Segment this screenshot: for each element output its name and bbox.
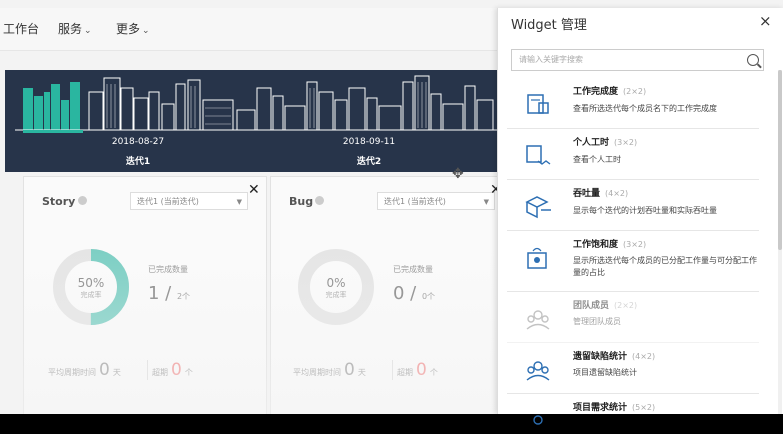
- widget-item-work-completion[interactable]: 工作完成度 (2×2) 查看所选迭代每个成员名下的工作完成度: [507, 78, 759, 129]
- caret-down-icon: ▼: [483, 198, 489, 206]
- widget-title: 项目需求统计 (5×2): [573, 403, 656, 413]
- widget-item-requirements-stats[interactable]: 项目需求统计 (5×2): [507, 394, 759, 425]
- close-icon[interactable]: ×: [759, 12, 772, 30]
- nav-item-services[interactable]: 服务 ⌄: [58, 20, 92, 37]
- completion-rate: 50% 完成率: [77, 276, 105, 299]
- throughput-icon: [525, 196, 551, 219]
- team-members-icon: [526, 310, 550, 330]
- city-skyline-illustration: [15, 75, 497, 131]
- widget-manager-panel: Widget 管理 × 请输入关键字搜索 工作完成度 (2×2) 查看所选迭代每个…: [497, 8, 783, 425]
- widget-item-team-members[interactable]: 团队成员 (2×2) 管理团队成员: [507, 292, 759, 343]
- legacy-defects-icon: [526, 361, 550, 381]
- widget-description: 显示每个迭代的计划吞吐量和实际吞吐量: [573, 206, 717, 215]
- widget-title: 吞吐量 (4×2): [573, 189, 629, 199]
- widget-description: 显示所选迭代每个成员的已分配工作量与可分配工作量的占比: [573, 256, 757, 277]
- chevron-down-icon: ⌄: [142, 26, 150, 36]
- help-icon[interactable]: [315, 196, 324, 205]
- help-icon[interactable]: [78, 196, 87, 205]
- widget-title: 遗留缺陷统计 (4×2): [573, 352, 656, 362]
- bug-card: Bug 迭代1 (当前迭代) ▼ 0% 完成率 已完成数量 0 / 0个 平均周期…: [270, 176, 514, 414]
- nav-item-workbench[interactable]: 工作台: [3, 20, 39, 37]
- sprint-1-name[interactable]: 迭代1: [98, 154, 178, 167]
- widget-description: 管理团队成员: [573, 317, 621, 326]
- scrollbar-thumb[interactable]: [778, 70, 782, 250]
- widget-item-throughput[interactable]: 吞吐量 (4×2) 显示每个迭代的计划吞吐量和实际吞吐量: [507, 180, 759, 231]
- widget-title: 工作饱和度 (3×2): [573, 240, 647, 250]
- widget-description: 项目遗留缺陷统计: [573, 368, 637, 377]
- widget-item-work-saturation[interactable]: 工作饱和度 (3×2) 显示所选迭代每个成员的已分配工作量与可分配工作量的占比: [507, 231, 759, 292]
- sprint-1-date: 2018-08-27: [111, 137, 165, 147]
- sprint-banner: 2018-08-27 迭代1 2018-09-11 迭代2: [5, 70, 497, 172]
- overdue-stat: 超期 0 个: [147, 360, 193, 380]
- widget-title: 个人工时 (3×2): [573, 138, 638, 148]
- chevron-down-icon: ⌄: [84, 26, 92, 36]
- panel-title: Widget 管理: [511, 18, 587, 33]
- top-nav: 工作台 服务 ⌄ 更多 ⌄: [0, 8, 500, 51]
- personal-hours-icon: [526, 145, 551, 165]
- done-count-label: 已完成数量: [148, 265, 188, 274]
- widget-title: 团队成员 (2×2): [573, 301, 638, 311]
- work-saturation-icon: [527, 247, 547, 269]
- card-title: Story: [42, 195, 76, 208]
- sprint-select[interactable]: 迭代1 (当前迭代) ▼: [130, 192, 248, 210]
- search-input[interactable]: 请输入关键字搜索: [511, 49, 764, 71]
- cycle-time-stat: 平均周期时间 0 天: [48, 360, 121, 380]
- card-title: Bug: [289, 195, 314, 208]
- sprint-select[interactable]: 迭代1 (当前迭代) ▼: [377, 192, 495, 210]
- nav-item-more[interactable]: 更多 ⌄: [116, 20, 150, 37]
- widget-description: 查看所选迭代每个成员名下的工作完成度: [573, 104, 717, 113]
- done-count-label: 已完成数量: [393, 265, 433, 274]
- done-count-value: 0 / 0个: [393, 283, 436, 304]
- widget-item-personal-hours[interactable]: 个人工时 (3×2) 查看个人工时: [507, 129, 759, 180]
- work-completion-icon: [527, 94, 549, 114]
- sprint-2-date: 2018-09-11: [342, 137, 396, 147]
- search-icon[interactable]: [747, 54, 759, 66]
- done-count-value: 1 / 2个: [148, 283, 191, 304]
- sprint-progress-bar: [23, 130, 83, 133]
- widget-title: 工作完成度 (2×2): [573, 87, 647, 97]
- story-card: Story 迭代1 (当前迭代) ▼ 50% 完成率 已完成数量 1 / 2个 平…: [23, 176, 267, 414]
- widget-description: 查看个人工时: [573, 155, 621, 164]
- caret-down-icon: ▼: [236, 198, 242, 206]
- move-cursor-icon: ✥: [452, 166, 464, 182]
- widget-item-legacy-defects[interactable]: 遗留缺陷统计 (4×2) 项目遗留缺陷统计: [507, 343, 759, 394]
- close-icon[interactable]: ✕: [248, 182, 260, 198]
- sprint-2-name[interactable]: 迭代2: [329, 154, 409, 167]
- completion-rate: 0% 完成率: [325, 276, 347, 299]
- overdue-stat: 超期 0 个: [392, 360, 438, 380]
- cycle-time-stat: 平均周期时间 0 天: [293, 360, 366, 380]
- requirements-stats-icon: [533, 415, 543, 425]
